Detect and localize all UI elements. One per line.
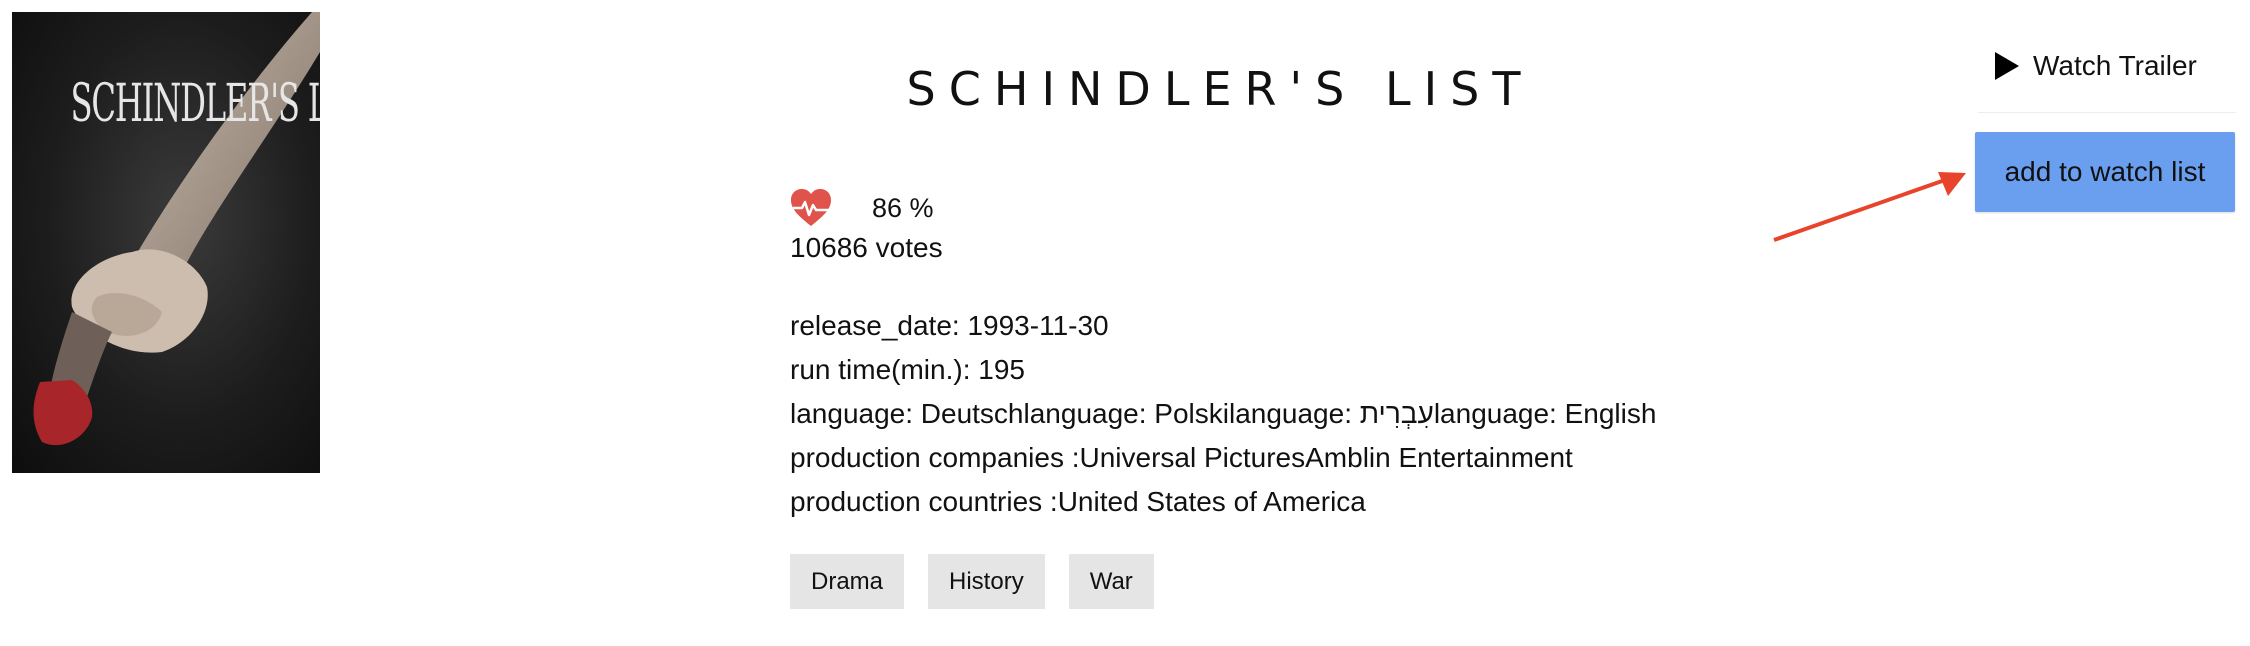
runtime: run time(min.): 195 [790,354,1025,385]
languages: language: Deutschlanguage: Polskilanguag… [790,398,1657,429]
vote-count: 10686 votes [790,232,943,263]
genre-tag-war[interactable]: War [1068,554,1154,609]
movie-detail-page: SCHINDLER'S LIST SCHINDLER'S LIST 86 % 1… [0,0,2250,646]
watch-trailer-label: Watch Trailer [2033,50,2197,81]
add-to-watchlist-button[interactable]: add to watch list [1975,132,2235,212]
genre-list: Drama History War [790,554,1690,609]
page-title: SCHINDLER'S LIST [906,62,1534,116]
rating-value: 86 % [872,192,934,223]
release-date: release_date: 1993-11-30 [790,310,1109,341]
production-countries: production countries :United States of A… [790,486,1366,517]
rating-row: 86 % [790,180,1690,236]
production-companies: production companies :Universal Pictures… [790,442,1573,473]
heart-pulse-icon [791,189,831,226]
watch-trailer-link[interactable]: Watch Trailer [1995,50,2197,82]
genre-tag-drama[interactable]: Drama [790,554,905,609]
genre-tag-history[interactable]: History [928,554,1045,609]
annotation-arrow [1773,172,1966,242]
movie-info: 86 % 10686 votes release_date: 1993-11-3… [790,180,1690,609]
movie-details: release_date: 1993-11-30 run time(min.):… [790,304,1690,524]
play-icon [1995,52,2019,80]
divider [1978,112,2236,113]
